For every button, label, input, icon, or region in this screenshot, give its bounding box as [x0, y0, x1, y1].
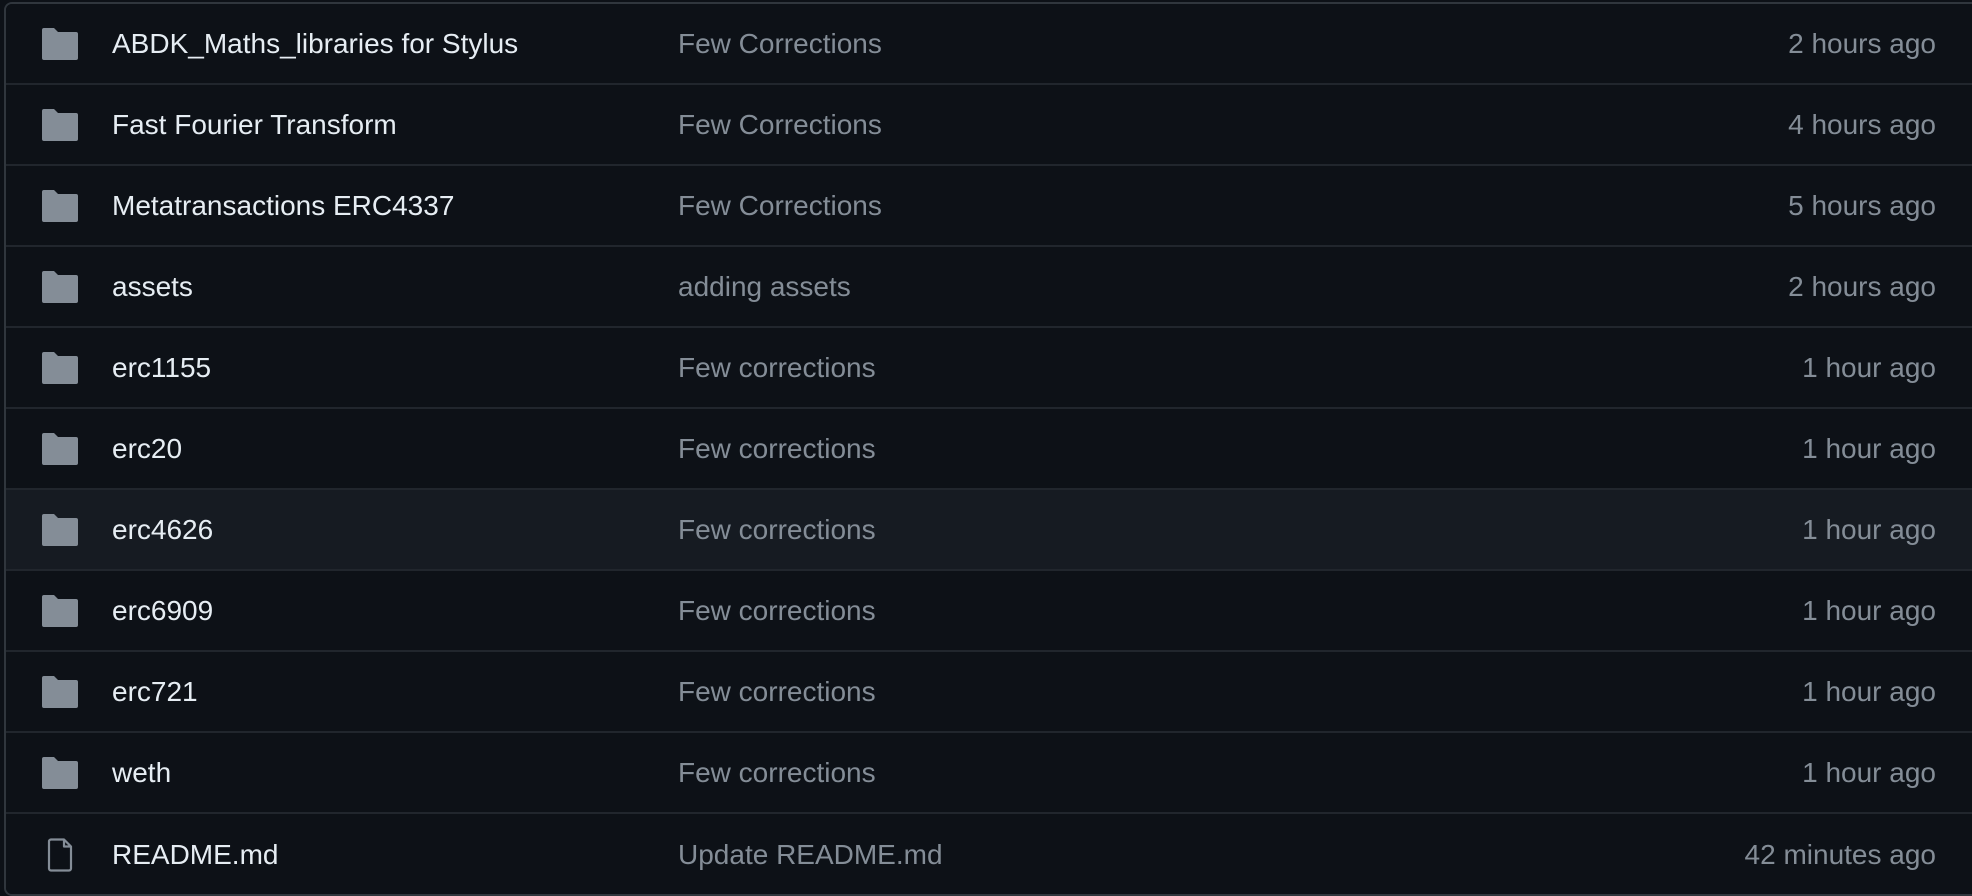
file-name-link[interactable]: weth	[112, 757, 171, 789]
folder-icon	[42, 433, 78, 465]
file-name-link[interactable]: Metatransactions ERC4337	[112, 190, 454, 222]
folder-icon	[42, 190, 78, 222]
commit-message-link[interactable]: Few corrections	[678, 514, 876, 546]
file-name-link[interactable]: Fast Fourier Transform	[112, 109, 397, 141]
commit-date: 42 minutes ago	[1744, 838, 1936, 870]
commit-message-link[interactable]: Update README.md	[678, 839, 943, 871]
commit-date: 1 hour ago	[1802, 594, 1936, 626]
commit-date: 1 hour ago	[1802, 351, 1936, 383]
file-row[interactable]: erc6909 Few corrections 1 hour ago	[6, 571, 1972, 652]
file-list: ABDK_Maths_libraries for Stylus Few Corr…	[4, 2, 1972, 896]
file-name-link[interactable]: erc1155	[112, 352, 211, 384]
commit-date: 1 hour ago	[1802, 513, 1936, 545]
folder-icon	[42, 676, 78, 708]
file-row[interactable]: weth Few corrections 1 hour ago	[6, 733, 1972, 814]
folder-icon	[42, 28, 78, 60]
commit-message-link[interactable]: Few corrections	[678, 352, 876, 384]
file-row[interactable]: erc20 Few corrections 1 hour ago	[6, 409, 1972, 490]
file-name-link[interactable]: ABDK_Maths_libraries for Stylus	[112, 28, 518, 60]
file-row[interactable]: erc4626 Few corrections 1 hour ago	[6, 490, 1972, 571]
file-row[interactable]: erc721 Few corrections 1 hour ago	[6, 652, 1972, 733]
file-row[interactable]: Fast Fourier Transform Few Corrections 4…	[6, 85, 1972, 166]
commit-date: 1 hour ago	[1802, 756, 1936, 788]
file-row[interactable]: Metatransactions ERC4337 Few Corrections…	[6, 166, 1972, 247]
folder-icon	[42, 271, 78, 303]
file-name-link[interactable]: erc4626	[112, 514, 213, 546]
file-row[interactable]: assets adding assets 2 hours ago	[6, 247, 1972, 328]
commit-date: 5 hours ago	[1788, 189, 1936, 221]
file-row[interactable]: ABDK_Maths_libraries for Stylus Few Corr…	[6, 4, 1972, 85]
commit-date: 4 hours ago	[1788, 108, 1936, 140]
commit-message-link[interactable]: Few corrections	[678, 757, 876, 789]
file-row[interactable]: erc1155 Few corrections 1 hour ago	[6, 328, 1972, 409]
file-name-link[interactable]: README.md	[112, 839, 278, 871]
file-name-link[interactable]: assets	[112, 271, 193, 303]
commit-message-link[interactable]: Few Corrections	[678, 190, 882, 222]
folder-icon	[42, 595, 78, 627]
commit-date: 2 hours ago	[1788, 270, 1936, 302]
folder-icon	[42, 514, 78, 546]
commit-message-link[interactable]: adding assets	[678, 271, 851, 303]
file-row[interactable]: README.md Update README.md 42 minutes ag…	[6, 814, 1972, 894]
commit-date: 1 hour ago	[1802, 432, 1936, 464]
folder-icon	[42, 757, 78, 789]
commit-date: 1 hour ago	[1802, 675, 1936, 707]
commit-message-link[interactable]: Few corrections	[678, 676, 876, 708]
file-name-link[interactable]: erc6909	[112, 595, 213, 627]
commit-message-link[interactable]: Few Corrections	[678, 28, 882, 60]
folder-icon	[42, 109, 78, 141]
file-name-link[interactable]: erc20	[112, 433, 182, 465]
commit-message-link[interactable]: Few corrections	[678, 433, 876, 465]
file-icon	[42, 838, 78, 872]
commit-message-link[interactable]: Few corrections	[678, 595, 876, 627]
file-name-link[interactable]: erc721	[112, 676, 198, 708]
commit-date: 2 hours ago	[1788, 27, 1936, 59]
folder-icon	[42, 352, 78, 384]
commit-message-link[interactable]: Few Corrections	[678, 109, 882, 141]
